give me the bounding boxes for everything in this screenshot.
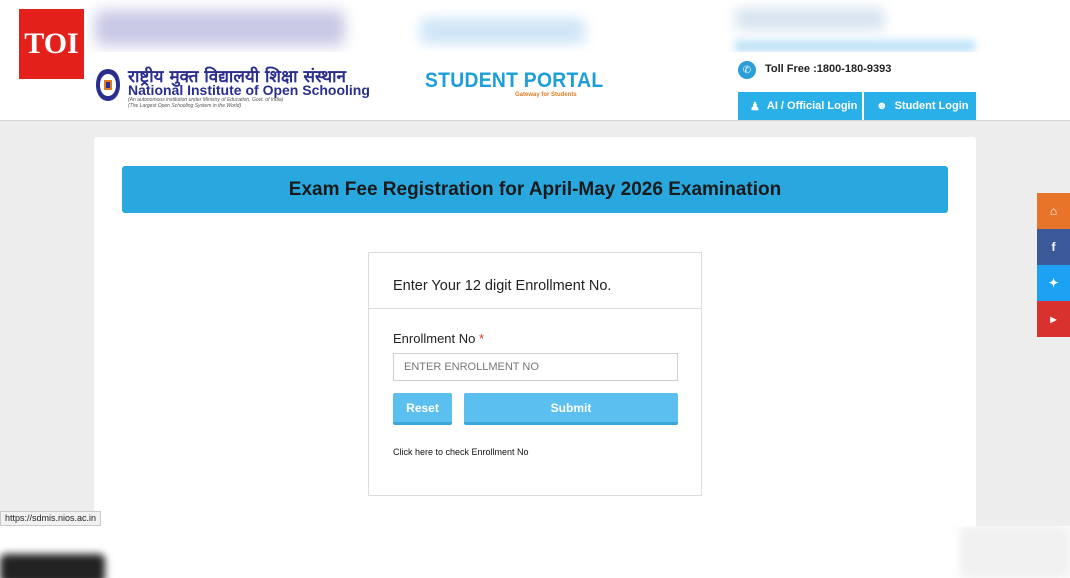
enrollment-form-panel: Enter Your 12 digit Enrollment No. Enrol… (368, 252, 702, 496)
nios-logo-icon[interactable] (95, 68, 121, 102)
site-header: राष्ट्रीय मुक्त विद्यालयी शिक्षा संस्थान… (0, 52, 1070, 121)
logo-subtitle-2: (The Largest Open Schooling System in th… (128, 103, 242, 109)
enrollment-label: Enrollment No * (393, 331, 485, 346)
portal-title: STUDENT PORTAL (425, 69, 604, 92)
twitter-icon[interactable]: ✦ (1037, 265, 1070, 301)
phone-icon: ✆ (738, 61, 756, 79)
required-mark: * (479, 331, 485, 346)
home-icon[interactable]: ⌂ (1037, 193, 1070, 229)
enrollment-input[interactable] (393, 353, 678, 381)
youtube-icon[interactable]: ▶ (1037, 301, 1070, 337)
check-enrollment-link[interactable]: Click here to check Enrollment No (393, 447, 529, 457)
user-icon: ♟ (750, 100, 760, 113)
status-bar-url: https://sdmis.nios.ac.in (0, 511, 102, 526)
submit-button[interactable]: Submit (464, 393, 678, 425)
student-login-label: Student Login (894, 100, 969, 112)
main-card: Exam Fee Registration for April-May 2026… (94, 137, 976, 527)
portal-subtitle: Gateway for Students (515, 92, 577, 98)
student-login-button[interactable]: ☻ Student Login (864, 92, 976, 120)
tollfree-number: Toll Free :1800-180-9393 (765, 63, 892, 75)
logo-english-text: National Institute of Open Schooling (128, 82, 370, 98)
ai-login-label: AI / Official Login (766, 100, 858, 112)
blurred-top-strip (0, 0, 1070, 52)
reset-button[interactable]: Reset (393, 393, 452, 425)
ai-official-login-button[interactable]: ♟ AI / Official Login (738, 92, 862, 120)
form-heading: Enter Your 12 digit Enrollment No. (369, 253, 701, 309)
blurred-bottom-area (0, 526, 1070, 578)
toi-logo-badge: TOI (19, 9, 84, 79)
facebook-icon[interactable]: f (1037, 229, 1070, 265)
user-circle-icon: ☻ (876, 100, 888, 112)
page-title-banner: Exam Fee Registration for April-May 2026… (122, 166, 948, 213)
